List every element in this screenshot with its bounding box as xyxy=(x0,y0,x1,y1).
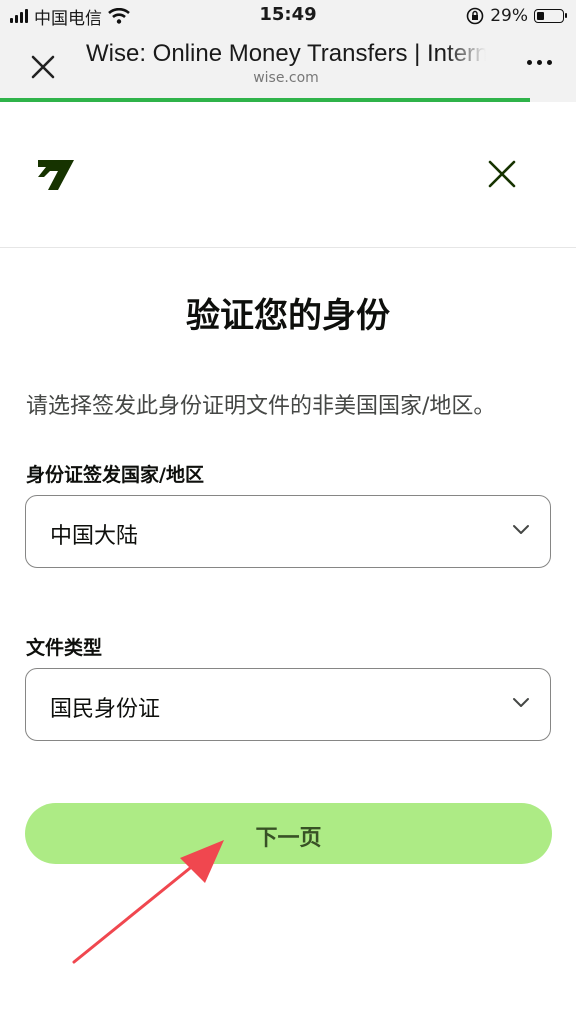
country-select[interactable]: 中国大陆 xyxy=(25,495,551,568)
browser-domain: wise.com xyxy=(253,70,319,86)
doc-type-select[interactable]: 国民身份证 xyxy=(25,668,551,741)
doc-type-field-label: 文件类型 xyxy=(26,637,103,659)
chevron-down-icon xyxy=(513,525,529,534)
battery-percent: 29% xyxy=(490,6,528,26)
lock-rotation-icon xyxy=(466,7,484,25)
country-field-label: 身份证签发国家/地区 xyxy=(26,464,204,486)
chevron-down-icon xyxy=(513,698,529,707)
doc-type-select-value: 国民身份证 xyxy=(50,697,161,722)
close-icon[interactable] xyxy=(26,50,60,84)
page-subtitle: 请选择签发此身份证明文件的非美国国家/地区。 xyxy=(26,394,496,419)
browser-bar: Wise: Online Money Transfers | Internati… xyxy=(0,32,576,98)
status-bar: 中国电信 15:49 29% xyxy=(0,0,576,32)
next-button-label: 下一页 xyxy=(255,826,322,851)
country-select-value: 中国大陆 xyxy=(50,524,139,549)
page-header xyxy=(0,102,576,248)
wise-logo[interactable] xyxy=(36,154,76,192)
more-icon[interactable] xyxy=(527,60,552,65)
battery-icon xyxy=(534,9,567,23)
close-icon[interactable] xyxy=(486,158,518,190)
next-button[interactable]: 下一页 xyxy=(25,803,552,864)
page-title: 验证您的身份 xyxy=(186,296,390,336)
browser-page-title: Wise: Online Money Transfers | Internati… xyxy=(86,40,486,67)
